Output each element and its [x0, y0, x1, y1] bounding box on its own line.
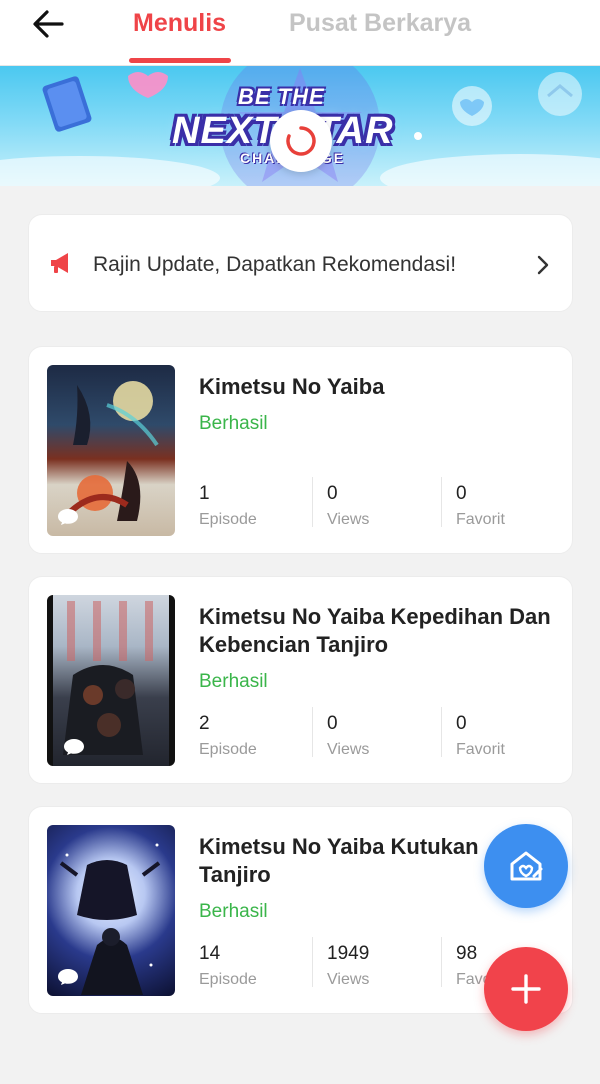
comment-bubble-icon: [58, 509, 78, 525]
stat-value: 0: [327, 483, 338, 504]
stat-divider: [441, 477, 442, 527]
stat-favorit: 0 Favorit: [456, 713, 505, 759]
stat-value: 1: [199, 483, 210, 504]
loading-spinner-icon: [286, 126, 316, 156]
work-cover-image: [47, 365, 175, 536]
stat-value: 14: [199, 943, 221, 964]
comment-bubble-icon: [58, 969, 78, 985]
stat-episode: 2 Episode: [199, 713, 257, 759]
tab-menulis[interactable]: Menulis: [133, 9, 226, 38]
stat-label: Favorit: [456, 511, 505, 528]
stat-views: 1949 Views: [327, 943, 369, 989]
stat-divider: [312, 937, 313, 987]
stat-episode: 14 Episode: [199, 943, 257, 989]
stat-favorit: 0 Favorit: [456, 483, 505, 529]
comment-bubble-icon: [64, 739, 84, 755]
stat-value: 2: [199, 713, 210, 734]
recommendation-notice[interactable]: Rajin Update, Dapatkan Rekomendasi!: [28, 214, 573, 312]
work-cover-image: [47, 825, 175, 996]
megaphone-icon: [51, 253, 68, 273]
stat-views: 0 Views: [327, 713, 369, 759]
stat-divider: [441, 707, 442, 757]
chevron-right-icon: [537, 255, 549, 275]
create-work-button[interactable]: [484, 947, 568, 1031]
work-cover-image: [47, 595, 175, 766]
stat-label: Episode: [199, 741, 257, 758]
work-status: Berhasil: [199, 901, 268, 922]
stat-label: Episode: [199, 971, 257, 988]
stat-label: Views: [327, 971, 370, 988]
work-card[interactable]: Kimetsu No Yaiba Kepedihan Dan Kebencian…: [28, 576, 573, 784]
stat-value: 1949: [327, 943, 370, 964]
work-card[interactable]: Kimetsu No Yaiba Berhasil 1 Episode 0 Vi…: [28, 346, 573, 554]
stat-value: 0: [456, 483, 467, 504]
arrow-left-icon: [33, 10, 64, 38]
work-status: Berhasil: [199, 671, 268, 692]
stat-label: Views: [327, 741, 370, 758]
notice-text: Rajin Update, Dapatkan Rekomendasi!: [93, 253, 457, 276]
author-home-button[interactable]: [484, 824, 568, 908]
stat-divider: [441, 937, 442, 987]
stat-value: 0: [456, 713, 467, 734]
stat-value: 0: [327, 713, 338, 734]
work-title: Kimetsu No Yaiba Kutukan Tanjiro: [199, 834, 479, 887]
stat-divider: [312, 477, 313, 527]
back-button[interactable]: [26, 4, 70, 44]
work-title: Kimetsu No Yaiba Kepedihan Dan Kebencian…: [199, 604, 551, 657]
stat-episode: 1 Episode: [199, 483, 257, 529]
stat-label: Views: [327, 511, 370, 528]
plus-icon: [511, 974, 541, 1004]
home-edit-icon: [510, 851, 543, 881]
tab-pusat-berkarya[interactable]: Pusat Berkarya: [289, 9, 471, 38]
stat-divider: [312, 707, 313, 757]
top-bar: Menulis Pusat Berkarya: [0, 0, 600, 66]
stat-label: Favorit: [456, 741, 505, 758]
banner-line-1: BE THE: [238, 84, 325, 109]
work-status: Berhasil: [199, 413, 268, 434]
active-tab-indicator: [129, 58, 231, 63]
loading-indicator: [270, 110, 332, 172]
stat-label: Episode: [199, 511, 257, 528]
work-title: Kimetsu No Yaiba: [199, 374, 385, 399]
stat-views: 0 Views: [327, 483, 369, 529]
